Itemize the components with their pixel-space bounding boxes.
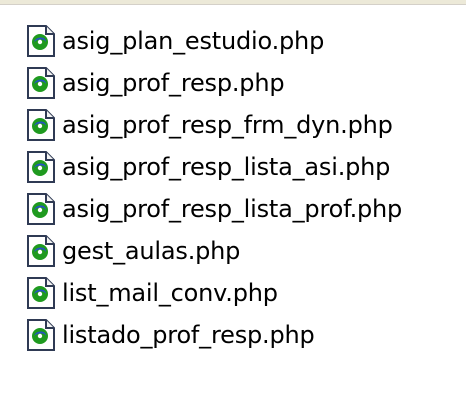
top-border: [0, 0, 466, 5]
file-name: asig_prof_resp_frm_dyn.php: [62, 111, 393, 139]
file-name: listado_prof_resp.php: [62, 321, 315, 349]
file-list-pane: asig_plan_estudio.php asig_prof_resp.php…: [0, 0, 466, 409]
php-file-icon: [27, 319, 55, 351]
php-file-icon: [27, 109, 55, 141]
file-name: asig_plan_estudio.php: [62, 27, 325, 55]
php-file-icon: [27, 277, 55, 309]
file-item[interactable]: list_mail_conv.php: [26, 272, 402, 314]
file-list: asig_plan_estudio.php asig_prof_resp.php…: [26, 20, 402, 356]
php-file-icon: [27, 67, 55, 99]
php-file-icon: [27, 25, 55, 57]
file-item[interactable]: gest_aulas.php: [26, 230, 402, 272]
file-item[interactable]: asig_prof_resp_lista_asi.php: [26, 146, 402, 188]
file-name: list_mail_conv.php: [62, 279, 278, 307]
file-name: asig_prof_resp_lista_asi.php: [62, 153, 391, 181]
file-name: gest_aulas.php: [62, 237, 241, 265]
php-file-icon: [27, 151, 55, 183]
file-item[interactable]: asig_prof_resp.php: [26, 62, 402, 104]
file-item[interactable]: asig_plan_estudio.php: [26, 20, 402, 62]
file-item[interactable]: asig_prof_resp_frm_dyn.php: [26, 104, 402, 146]
php-file-icon: [27, 193, 55, 225]
file-item[interactable]: listado_prof_resp.php: [26, 314, 402, 356]
file-item[interactable]: asig_prof_resp_lista_prof.php: [26, 188, 402, 230]
php-file-icon: [27, 235, 55, 267]
file-name: asig_prof_resp_lista_prof.php: [62, 195, 403, 223]
file-name: asig_prof_resp.php: [62, 69, 285, 97]
